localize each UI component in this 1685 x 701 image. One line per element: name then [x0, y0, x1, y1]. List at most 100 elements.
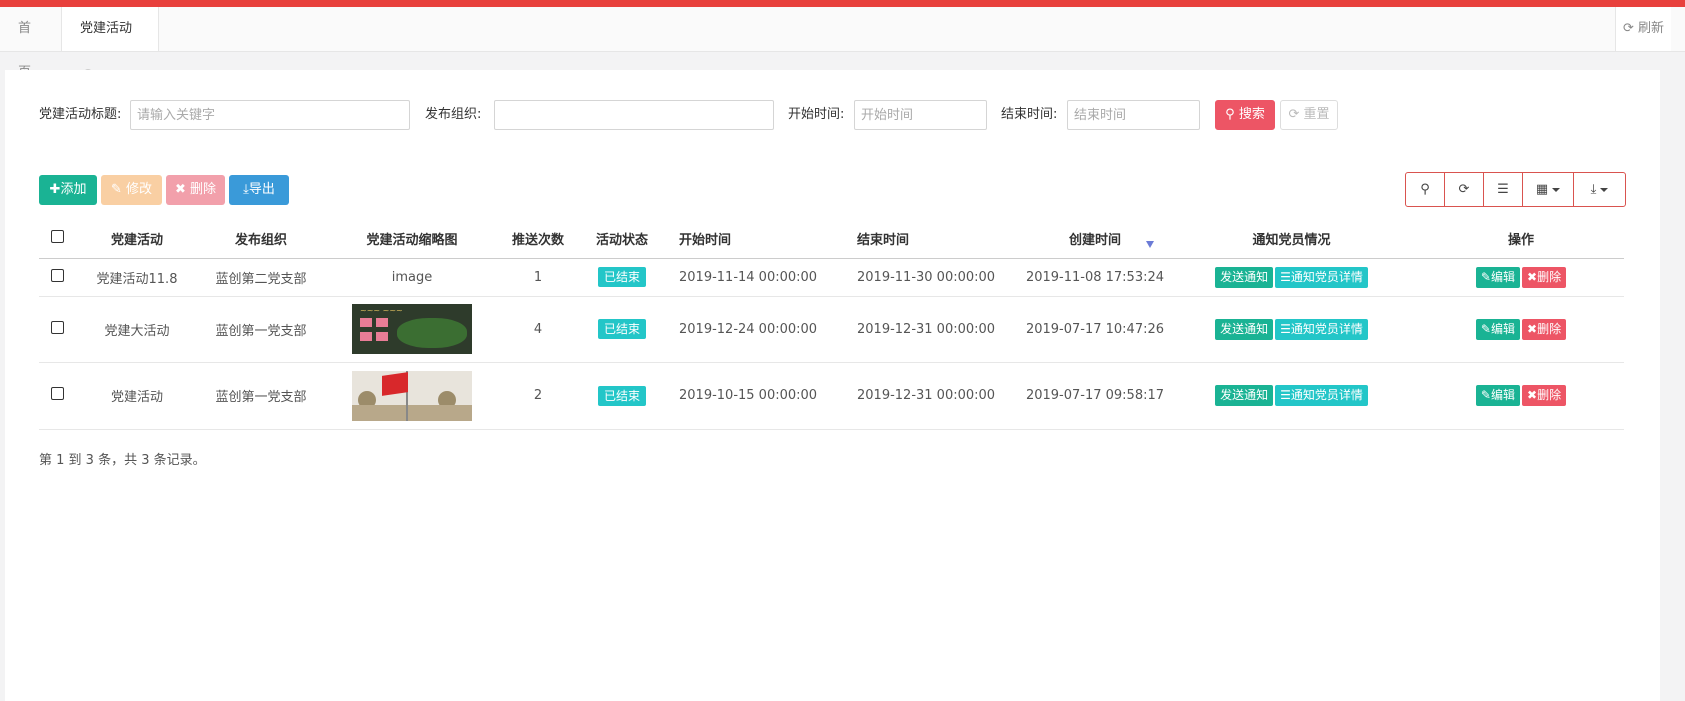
refresh-label: 刷新	[1638, 21, 1665, 36]
tab-party-activity-label: 党建活动	[80, 21, 133, 36]
cell-end-time: 2019-12-31 00:00:00	[847, 296, 1025, 363]
status-badge: 已结束	[597, 267, 646, 287]
row-edit-label: 编辑	[1490, 388, 1515, 402]
col-end-time[interactable]: 结束时间	[847, 220, 1025, 259]
edit-icon: ✎	[1480, 269, 1491, 284]
row-checkbox[interactable]	[50, 387, 64, 400]
row-edit-button[interactable]: ✎编辑	[1475, 318, 1520, 340]
refresh-icon: ⟳	[1458, 182, 1470, 197]
cell-created-time: 2019-07-17 10:47:26	[1025, 296, 1165, 363]
col-activity[interactable]: 党建活动	[75, 220, 199, 259]
edit-button[interactable]: ✎ 修改	[101, 175, 162, 205]
status-badge: 已结束	[597, 385, 646, 406]
tab-home[interactable]: 首页	[0, 7, 62, 80]
cell-push-count: 1	[501, 258, 575, 297]
title-label: 党建活动标题:	[39, 107, 122, 122]
edit-icon: ✎	[110, 182, 122, 197]
sort-desc-icon[interactable]	[1146, 241, 1154, 248]
edit-icon: ✎	[1480, 388, 1491, 402]
cell-actions: ✎编辑 ✖删除	[1418, 362, 1624, 430]
send-notice-button[interactable]: 发送通知	[1215, 266, 1274, 288]
col-created-time[interactable]: 创建时间	[1025, 220, 1165, 259]
cell-created-time: 2019-07-17 09:58:17	[1025, 362, 1165, 430]
row-delete-button[interactable]: ✖删除	[1522, 385, 1567, 406]
table-row: 党建活动11.8 蓝创第二党支部 image 1 已结束 2019-11-14 …	[39, 258, 1624, 297]
row-delete-button[interactable]: ✖删除	[1522, 318, 1567, 340]
pagination-summary: 第 1 到 3 条，共 3 条记录。	[39, 453, 206, 468]
row-select-cell	[39, 258, 75, 297]
thumbnail-card	[360, 332, 372, 341]
list-icon: ☰	[1280, 388, 1291, 402]
export-button-label: 导出	[248, 182, 275, 197]
cell-thumbnail: image	[323, 258, 501, 297]
send-notice-button[interactable]: 发送通知	[1215, 318, 1274, 340]
table-refresh-button[interactable]: ⟳	[1445, 173, 1484, 206]
cell-actions: ✎编辑 ✖删除	[1418, 296, 1624, 363]
col-org[interactable]: 发布组织	[199, 220, 323, 259]
activity-thumbnail[interactable]: ~~~ ~~~	[352, 304, 472, 354]
notice-detail-button[interactable]: ☰通知党员详情	[1275, 385, 1368, 406]
export-button[interactable]: ⤓导出	[229, 175, 289, 205]
org-input[interactable]	[494, 100, 774, 130]
times-icon: ✖	[1527, 388, 1538, 402]
row-edit-label: 编辑	[1490, 321, 1515, 336]
toggle-view-button[interactable]: ☰	[1484, 173, 1523, 206]
edit-button-label: 修改	[126, 182, 153, 197]
row-edit-button[interactable]: ✎编辑	[1475, 385, 1520, 406]
thumbnail-card	[376, 318, 388, 327]
row-checkbox[interactable]	[50, 320, 64, 334]
refresh-tab-button[interactable]: ⟳ 刷新	[1615, 7, 1671, 51]
activity-thumbnail[interactable]	[352, 370, 472, 421]
top-accent-bar	[0, 0, 1685, 7]
thumbnail-flag	[382, 371, 408, 396]
table-tools: ⚲ ⟳ ☰ ▦ ⤓	[1405, 172, 1626, 207]
row-edit-button[interactable]: ✎编辑	[1475, 266, 1520, 288]
cell-thumbnail: ~~~ ~~~	[323, 296, 501, 363]
row-checkbox[interactable]	[50, 268, 64, 282]
columns-button[interactable]: ▦	[1523, 173, 1574, 206]
cell-push-count: 4	[501, 296, 575, 363]
add-button[interactable]: ✚添加	[39, 175, 97, 205]
row-select-cell	[39, 362, 75, 430]
reset-button[interactable]: ⟳ 重置	[1280, 100, 1338, 130]
scrollbar[interactable]	[1671, 52, 1685, 701]
col-thumbnail[interactable]: 党建活动缩略图	[323, 220, 501, 259]
send-notice-button[interactable]: 发送通知	[1215, 385, 1274, 406]
notice-detail-button[interactable]: ☰通知党员详情	[1275, 318, 1368, 340]
notice-detail-label: 通知党员详情	[1290, 269, 1363, 284]
refresh-icon: ⟳	[1622, 21, 1634, 36]
reset-button-label: 重置	[1303, 107, 1330, 122]
col-push-count[interactable]: 推送次数	[501, 220, 575, 259]
start-time-input[interactable]	[854, 100, 987, 130]
chevron-down-icon	[1600, 187, 1609, 192]
search-icon: ⚲	[1225, 107, 1235, 122]
cell-push-count: 2	[501, 362, 575, 430]
thumbnail-card	[360, 318, 372, 327]
cell-activity: 党建大活动	[75, 296, 199, 363]
cell-actions: ✎编辑 ✖删除	[1418, 258, 1624, 297]
notice-detail-button[interactable]: ☰通知党员详情	[1275, 266, 1368, 288]
tab-party-activity[interactable]: 党建活动✕	[62, 7, 159, 79]
row-select-cell	[39, 296, 75, 363]
select-all-checkbox[interactable]	[50, 230, 64, 244]
col-start-time[interactable]: 开始时间	[669, 220, 847, 259]
title-search-input[interactable]	[130, 100, 410, 130]
search-button[interactable]: ⚲ 搜索	[1215, 100, 1275, 130]
cell-activity: 党建活动11.8	[75, 258, 199, 297]
table-row: 党建活动 蓝创第一党支部 2 已结束 2019-10-15 00:00:00 2…	[39, 362, 1624, 430]
row-delete-label: 删除	[1537, 388, 1562, 402]
col-notify[interactable]: 通知党员情况	[1146, 220, 1418, 259]
start-time-label: 开始时间:	[788, 107, 845, 122]
end-time-input[interactable]	[1067, 100, 1200, 130]
table-search-button[interactable]: ⚲	[1406, 173, 1445, 206]
list-icon: ☰	[1280, 269, 1291, 284]
col-status[interactable]: 活动状态	[575, 220, 669, 259]
cell-thumbnail	[323, 362, 501, 430]
plus-icon: ✚	[49, 182, 61, 197]
row-delete-button[interactable]: ✖删除	[1522, 266, 1567, 288]
cell-org: 蓝创第二党支部	[199, 258, 323, 297]
cell-org: 蓝创第一党支部	[199, 296, 323, 363]
export-dropdown-button[interactable]: ⤓	[1574, 173, 1625, 206]
cell-end-time: 2019-11-30 00:00:00	[847, 258, 1025, 297]
delete-button[interactable]: ✖ 删除	[166, 175, 225, 205]
